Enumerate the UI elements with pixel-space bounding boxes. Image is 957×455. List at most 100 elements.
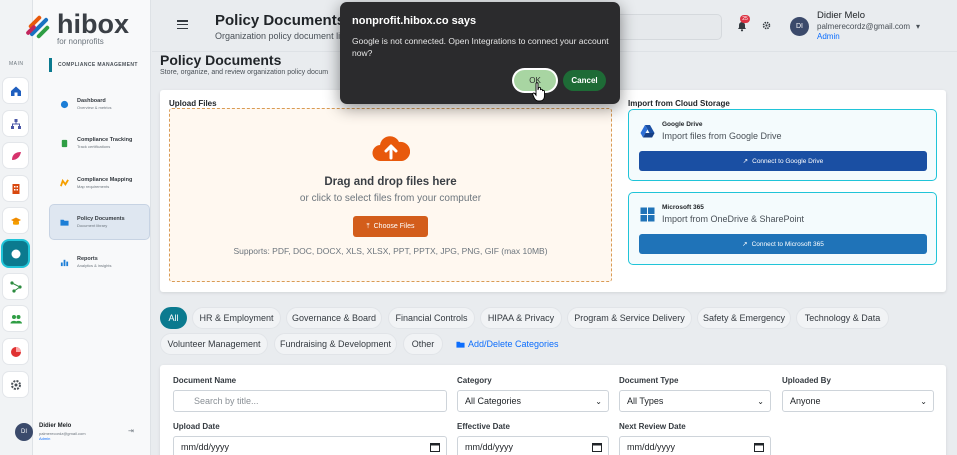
sidebar-item-title: Reports	[77, 256, 98, 262]
header-user[interactable]: Didier Melo palmerecordz@gmail.com Admin	[817, 10, 910, 42]
document-type-select-value: All Types	[627, 396, 664, 406]
settings-icon[interactable]	[762, 21, 771, 30]
filter-label: Upload Date	[173, 422, 220, 431]
chevron-down-icon[interactable]: ▾	[916, 22, 920, 31]
rail-main-label: MAIN	[9, 61, 24, 67]
choose-files-button[interactable]: ⤒ Choose Files	[353, 216, 428, 237]
org-rail-button[interactable]	[3, 111, 28, 136]
microsoft-icon	[640, 207, 655, 222]
category-pill[interactable]: Other	[403, 333, 443, 355]
sidebar-item-compliance-tracking[interactable]: Compliance Tracking Track certifications	[50, 126, 149, 160]
sidebar-item-sub: Track certifications	[77, 144, 111, 149]
microsoft-365-card: Microsoft 365 Import from OneDrive & Sha…	[628, 192, 937, 265]
upload-date-input[interactable]: mm/dd/yyyy	[173, 436, 447, 455]
logout-icon[interactable]: ⇥	[128, 427, 134, 435]
home-rail-button[interactable]	[3, 78, 28, 103]
sidebar-item-title: Compliance Mapping	[77, 177, 133, 183]
google-drive-icon	[640, 125, 655, 138]
brand-tagline: for nonprofits	[57, 36, 104, 46]
sidebar-item-compliance-mapping[interactable]: Compliance Mapping Map requirements	[50, 166, 149, 200]
next-review-date-input[interactable]: mm/dd/yyyy	[619, 436, 771, 455]
dialog-message: Google is not connected. Open Integratio…	[352, 36, 609, 59]
pie-chart-icon	[10, 346, 21, 357]
cloud-upload-icon	[372, 136, 410, 162]
category-pill[interactable]: Program & Service Delivery	[567, 307, 692, 329]
sidebar-item-policy-documents[interactable]: Policy Documents Document library	[50, 205, 149, 239]
uploaded-by-select[interactable]: Anyone ⌄	[782, 390, 934, 412]
reports-rail-button[interactable]	[3, 339, 28, 364]
sidebar-item-sub: Analytics & insights	[77, 263, 112, 268]
settings-rail-button[interactable]	[3, 372, 28, 397]
header-search-input[interactable]	[607, 14, 722, 40]
category-pill[interactable]: Fundraising & Development	[274, 333, 397, 355]
google-drive-title: Google Drive	[662, 121, 703, 128]
calendar-icon[interactable]	[754, 442, 764, 452]
users-icon	[10, 314, 22, 323]
chevron-down-icon: ⌄	[595, 397, 602, 406]
sidebar-item-reports[interactable]: Reports Analytics & insights	[50, 245, 149, 279]
home-icon	[10, 86, 21, 96]
sidebar-user-name: Didier Melo	[39, 423, 72, 430]
dialog-cancel-button[interactable]: Cancel	[563, 70, 606, 91]
dropzone-subtitle: or click to select files from your compu…	[299, 193, 482, 204]
google-drive-desc: Import files from Google Drive	[662, 131, 782, 141]
avatar[interactable]: DI	[790, 17, 809, 36]
hand-cursor-icon	[532, 82, 545, 102]
fundraising-rail-button[interactable]	[3, 143, 28, 168]
brand-logo[interactable]: hibox for nonprofits	[25, 10, 129, 46]
effective-date-value: mm/dd/yyyy	[465, 442, 514, 452]
calendar-icon[interactable]	[430, 442, 440, 452]
chart-icon	[60, 259, 69, 266]
confirm-dialog: nonprofit.hibox.co says Google is not co…	[340, 2, 620, 104]
document-name-search-input[interactable]: Search by title...	[173, 390, 447, 412]
mapping-icon	[60, 178, 69, 186]
sidebar-item-title: Policy Documents	[77, 216, 125, 222]
dropzone-title: Drag and drop files here	[324, 176, 457, 188]
building-icon	[12, 183, 19, 194]
category-pill[interactable]: HR & Employment	[192, 307, 281, 329]
network-icon	[9, 280, 22, 293]
page-subtitle: Store, organize, and review organization…	[160, 69, 329, 76]
connect-microsoft-label: Connect to Microsoft 365	[751, 240, 824, 248]
category-select[interactable]: All Categories ⌄	[457, 390, 609, 412]
category-pill[interactable]: Safety & Emergency	[697, 307, 791, 329]
category-pill[interactable]: Financial Controls	[388, 307, 475, 329]
effective-date-input[interactable]: mm/dd/yyyy	[457, 436, 609, 455]
sidebar-item-dashboard[interactable]: Dashboard Overview & metrics	[50, 87, 149, 121]
education-rail-button[interactable]	[3, 208, 28, 233]
people-rail-button[interactable]	[3, 306, 28, 331]
chevron-down-icon: ⌄	[920, 397, 927, 406]
filter-label: Document Name	[173, 376, 237, 385]
sidebar-item-sub: Map requirements	[77, 184, 110, 189]
chevron-down-icon: ⌄	[757, 397, 764, 406]
page-title: Policy Documents	[160, 52, 282, 68]
org-chart-icon	[10, 118, 21, 129]
sidebar-user[interactable]: DI Didier Melo palmerecordz@gmail.com Ad…	[15, 418, 140, 446]
document-type-select[interactable]: All Types ⌄	[619, 390, 771, 412]
calendar-icon[interactable]	[592, 442, 602, 452]
category-pill[interactable]: Governance & Board	[286, 307, 382, 329]
category-pill-all[interactable]: All	[160, 307, 187, 329]
building-rail-button[interactable]	[3, 176, 28, 201]
cloud-heading: Import from Cloud Storage	[628, 99, 730, 108]
dashboard-icon	[60, 100, 69, 108]
connect-google-drive-button[interactable]: ↗ Connect to Google Drive	[639, 151, 927, 171]
sidebar-section-compliance: COMPLIANCE MANAGEMENT	[49, 58, 149, 72]
graduation-cap-icon	[10, 217, 21, 225]
header-title: Policy Documents	[215, 12, 346, 29]
category-pill[interactable]: HIPAA & Privacy	[480, 307, 562, 329]
next-review-date-value: mm/dd/yyyy	[627, 442, 676, 452]
category-pill[interactable]: Technology & Data	[796, 307, 889, 329]
network-rail-button[interactable]	[3, 274, 28, 299]
connect-microsoft-365-button[interactable]: ↗ Connect to Microsoft 365	[639, 234, 927, 254]
google-drive-card: Google Drive Import files from Google Dr…	[628, 109, 937, 181]
category-pill[interactable]: Volunteer Management	[160, 333, 268, 355]
header-user-email: palmerecordz@gmail.com	[817, 21, 911, 31]
manage-categories-link[interactable]: Add/Delete Categories	[456, 333, 559, 355]
external-link-icon: ↗	[742, 158, 749, 165]
gear-icon	[10, 379, 21, 390]
shield-icon	[11, 249, 20, 258]
upload-date-value: mm/dd/yyyy	[181, 442, 230, 452]
menu-toggle-icon[interactable]	[177, 20, 188, 29]
compliance-rail-button[interactable]	[3, 241, 28, 266]
